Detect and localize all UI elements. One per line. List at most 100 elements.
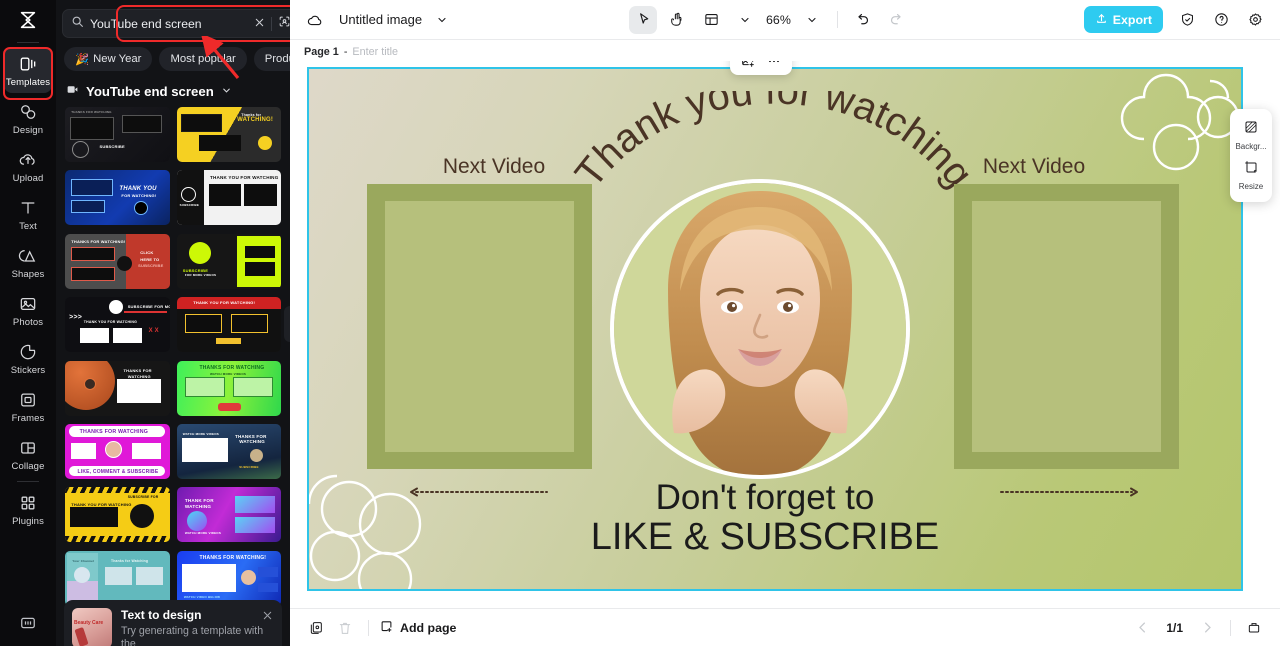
flower-decoration-top-right <box>1120 73 1240 171</box>
template-card[interactable]: THANKS FOR WATCHING <box>65 360 170 416</box>
toolbar-divider <box>836 11 838 28</box>
background-button[interactable]: Backgr... <box>1230 116 1272 154</box>
background-label: Backgr... <box>1235 142 1267 151</box>
canvas-wrapper: Thank you for watching Next Video Next V… <box>290 61 1280 608</box>
replace-image-icon[interactable] <box>736 61 760 72</box>
cta-line-1: Don't forget to <box>655 478 875 517</box>
sidebar-label-text: Text <box>19 221 37 232</box>
template-card[interactable]: THANKS FOR WATCHING WATCH MORE VIDEOS <box>176 360 281 416</box>
top-toolbar: Untitled image 66% Export <box>290 0 1280 40</box>
search-input[interactable] <box>90 16 248 31</box>
chip-product-display[interactable]: Product Dis <box>253 47 290 71</box>
portrait-photo[interactable] <box>610 179 910 479</box>
sidebar-label-collage: Collage <box>11 461 45 472</box>
category-label: YouTube end screen <box>86 83 214 99</box>
sidebar-label-templates: Templates <box>5 77 51 88</box>
party-popper-icon: 🎉 <box>75 53 90 66</box>
template-card[interactable]: THANKS FOR WATCHING LIKE, COMMENT & SUBS… <box>65 423 170 479</box>
chip-new-year[interactable]: 🎉 New Year <box>64 47 153 71</box>
sidebar-item-photos[interactable]: Photos <box>4 287 52 333</box>
template-card[interactable]: THANK YOU FOR WATCHING! <box>65 170 170 226</box>
left-next-video-label[interactable]: Next Video <box>409 155 579 179</box>
sidebar-label-upload: Upload <box>12 173 44 184</box>
gear-icon[interactable] <box>1241 6 1269 34</box>
template-card[interactable]: THANKS FOR WATCHING! CLICK HERE TO SUBSC… <box>65 233 170 289</box>
next-page-button[interactable] <box>1194 615 1220 641</box>
brand-kit-icon[interactable] <box>18 613 38 638</box>
page-grid-button[interactable] <box>1241 615 1267 641</box>
layout-tool-button[interactable] <box>697 6 725 34</box>
capcut-logo-icon[interactable] <box>0 0 56 40</box>
page-title-input[interactable]: Enter title <box>352 46 398 58</box>
sidebar-item-design[interactable]: Design <box>4 95 52 141</box>
template-card[interactable]: >>> SUBSCRIBE FOR MORE THANK YOU FOR WAT… <box>65 297 170 353</box>
add-page-button[interactable]: Add page <box>379 619 456 637</box>
stickers-icon <box>18 342 38 362</box>
undo-button[interactable] <box>849 6 877 34</box>
sidebar-item-frames[interactable]: Frames <box>4 383 52 429</box>
sidebar-item-shapes[interactable]: Shapes <box>4 239 52 285</box>
resize-button[interactable]: Resize <box>1230 156 1272 194</box>
sidebar-item-stickers[interactable]: Stickers <box>4 335 52 381</box>
text-icon <box>18 198 38 218</box>
template-card[interactable]: WATCH MORE VIDEOS THANKS FOR WATCHING SU… <box>176 423 281 479</box>
document-title[interactable]: Untitled image <box>339 12 422 27</box>
delete-page-button[interactable] <box>332 615 358 641</box>
cloud-save-icon[interactable] <box>301 6 329 34</box>
right-video-frame[interactable] <box>954 184 1179 469</box>
shield-icon[interactable] <box>1173 6 1201 34</box>
right-next-video-label[interactable]: Next Video <box>949 155 1119 179</box>
prev-page-button[interactable] <box>1129 615 1155 641</box>
sidebar-label-frames: Frames <box>11 413 45 424</box>
cta-text-block[interactable]: Don't forget to LIKE & SUBSCRIBE <box>555 479 975 558</box>
search-divider <box>271 16 272 31</box>
export-button[interactable]: Export <box>1083 6 1164 33</box>
template-card[interactable]: THANK YOU FOR WATCHING SUBSCRIBE <box>176 170 281 226</box>
template-card[interactable]: SUBSCRIBE THANKS FOR WATCHING <box>65 107 170 162</box>
templates-panel: 🎉 New Year Most popular Product Dis YouT… <box>56 0 290 646</box>
page-indicator: 1/1 <box>1166 620 1183 635</box>
search-row <box>56 0 290 45</box>
template-card[interactable]: THANK FOR WATCHING WATCH MORE VIDEOS <box>176 487 281 543</box>
redo-button[interactable] <box>883 6 911 34</box>
template-card[interactable]: Thanks for WATCHING! <box>176 107 281 162</box>
zoom-level[interactable]: 66% <box>766 13 791 27</box>
sidebar-item-text[interactable]: Text <box>4 191 52 237</box>
sidebar-item-upload[interactable]: Upload <box>4 143 52 189</box>
arrow-left-icon <box>410 487 548 497</box>
portrait-illustration <box>614 183 906 475</box>
close-icon[interactable] <box>262 608 273 626</box>
sidebar-label-stickers: Stickers <box>10 365 46 376</box>
text-to-design-promo[interactable]: Beauty Care Text to design Try generatin… <box>64 600 282 646</box>
hand-tool-button[interactable] <box>663 6 691 34</box>
select-tool-button[interactable] <box>629 5 658 34</box>
layout-chevron-icon[interactable] <box>731 6 759 34</box>
chip-label: Most popular <box>170 53 236 65</box>
sidebar-item-templates[interactable]: Templates <box>4 47 52 93</box>
chevron-down-icon[interactable] <box>428 6 456 34</box>
template-card[interactable]: THANK YOU FOR WATCHING SUBSCRIBE FOR <box>65 487 170 543</box>
sidebar-item-plugins[interactable]: Plugins <box>4 486 52 532</box>
search-box[interactable] <box>62 9 290 38</box>
template-card[interactable]: Your Channel Thanks for Watching <box>65 550 170 606</box>
template-card[interactable]: THANK YOU FOR WATCHING! <box>176 297 281 353</box>
duplicate-page-button[interactable] <box>303 615 329 641</box>
category-header[interactable]: YouTube end screen <box>56 71 290 107</box>
promo-body: Try generating a template with the <box>121 625 264 646</box>
help-circle-icon[interactable] <box>1207 6 1235 34</box>
left-video-frame[interactable] <box>367 184 592 469</box>
design-canvas[interactable]: Thank you for watching Next Video Next V… <box>307 67 1243 591</box>
template-card[interactable]: THANKS FOR WATCHING! WATCH VIDEO BELOW <box>176 550 281 606</box>
more-dots-icon[interactable] <box>762 61 786 72</box>
sidebar-item-collage[interactable]: Collage <box>4 431 52 477</box>
add-page-icon <box>379 619 394 637</box>
flower-decoration-bottom-left <box>309 474 422 589</box>
template-card[interactable]: SUBSCRIBE FOR MORE VIDEOS <box>176 233 281 289</box>
template-grid: SUBSCRIBE THANKS FOR WATCHING Thanks for… <box>56 107 290 607</box>
chip-most-popular[interactable]: Most popular <box>159 47 247 71</box>
close-icon[interactable] <box>254 15 265 33</box>
visual-search-icon[interactable] <box>278 15 290 33</box>
right-video-placeholder <box>972 201 1161 452</box>
panel-resize-handle[interactable] <box>284 306 290 342</box>
zoom-chevron-icon[interactable] <box>798 6 826 34</box>
